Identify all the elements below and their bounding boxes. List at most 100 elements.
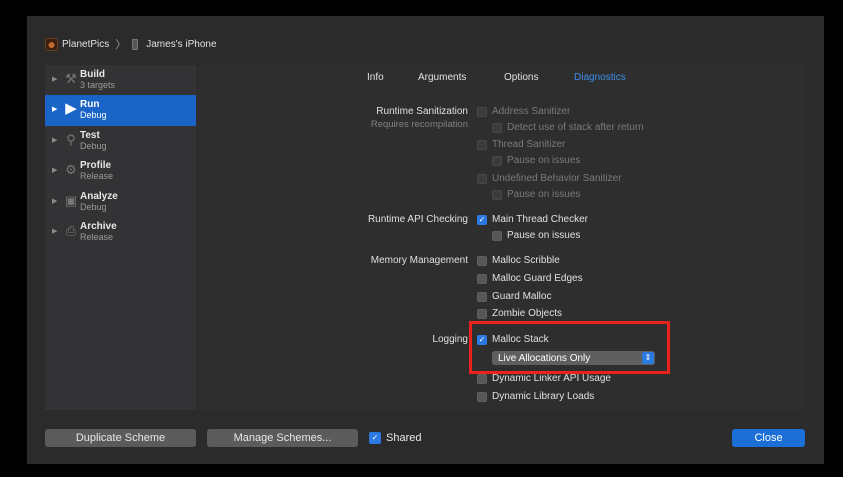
ub-pause-checkbox: Pause on issues: [492, 189, 580, 200]
disclosure-triangle-icon[interactable]: ▶: [52, 227, 57, 235]
malloc-scribble-checkbox[interactable]: Malloc Scribble: [477, 255, 560, 266]
runtime-api-checking-label: Runtime API Checking: [367, 214, 468, 225]
option-label: Malloc Stack: [492, 334, 549, 345]
zombie-objects-checkbox[interactable]: Zombie Objects: [477, 308, 562, 319]
sidebar-item-sublabel: Release: [80, 231, 114, 242]
malloc-stack-checkbox[interactable]: ✓ Malloc Stack: [477, 334, 549, 345]
diagnostics-panel: Info Arguments Options Diagnostics Runti…: [197, 65, 805, 410]
runtime-sanitization-label: Runtime Sanitization: [376, 106, 468, 117]
main-thread-pause-checkbox[interactable]: Pause on issues: [492, 230, 580, 241]
option-label: Detect use of stack after return: [507, 122, 644, 133]
checkbox-box: [477, 373, 487, 384]
breadcrumb-app[interactable]: PlanetPics: [62, 39, 109, 50]
guard-malloc-checkbox[interactable]: Guard Malloc: [477, 291, 551, 302]
sidebar-item-sublabel: Debug: [80, 201, 107, 212]
disclosure-triangle-icon[interactable]: ▶: [52, 136, 57, 144]
hammer-icon: ⚒: [65, 71, 77, 86]
sidebar-item-label: Profile: [80, 160, 112, 172]
main-thread-checker-checkbox[interactable]: ✓ Main Thread Checker: [477, 214, 588, 225]
sidebar-item-run[interactable]: ▶ ▶ Run Debug: [45, 95, 196, 126]
dynamic-linker-checkbox[interactable]: Dynamic Linker API Usage: [477, 373, 611, 384]
breadcrumb-device[interactable]: James's iPhone: [146, 39, 216, 50]
sidebar-item-label: Analyze: [80, 190, 118, 202]
checkbox-box: [477, 308, 487, 319]
duplicate-scheme-button[interactable]: Duplicate Scheme: [45, 429, 196, 447]
instruments-icon: ⚙: [65, 162, 77, 178]
checkbox-box: [477, 139, 487, 150]
sidebar-item-label: Build: [80, 69, 105, 80]
iphone-icon: [132, 38, 139, 50]
dynamic-library-checkbox[interactable]: Dynamic Library Loads: [477, 391, 594, 402]
address-sanitizer-checkbox: Address Sanitizer: [477, 106, 570, 117]
checkbox-box: [477, 173, 487, 184]
logging-label: Logging: [432, 334, 468, 345]
malloc-guard-edges-checkbox[interactable]: Malloc Guard Edges: [477, 273, 583, 284]
checkbox-box: [477, 106, 487, 117]
sidebar-item-analyze[interactable]: ▶ ▣ Analyze Debug: [45, 187, 196, 217]
malloc-stack-mode-popup[interactable]: Live Allocations Only ⇕: [492, 351, 655, 365]
ub-sanitizer-checkbox: Undefined Behavior Sanitizer: [477, 173, 622, 184]
disclosure-triangle-icon[interactable]: ▶: [52, 197, 57, 205]
sidebar-item-build[interactable]: ▶ ⚒ Build 3 targets: [45, 65, 196, 95]
breadcrumb: PlanetPics 〉 James's iPhone: [45, 37, 217, 51]
option-label: Undefined Behavior Sanitizer: [492, 173, 622, 184]
shared-label: Shared: [386, 432, 422, 444]
option-label: Malloc Guard Edges: [492, 273, 583, 284]
option-label: Main Thread Checker: [492, 214, 588, 225]
checkbox-box: [492, 155, 502, 166]
detect-stack-checkbox: Detect use of stack after return: [492, 122, 644, 133]
option-label: Thread Sanitizer: [492, 139, 566, 150]
sidebar-item-sublabel: 3 targets: [80, 80, 116, 90]
checkbox-box: [477, 391, 487, 402]
checkbox-box: [477, 291, 487, 302]
sidebar-item-sublabel: Debug: [80, 140, 107, 151]
option-label: Dynamic Linker API Usage: [492, 373, 611, 384]
checkmark-icon: ✓: [477, 334, 487, 345]
option-label: Address Sanitizer: [492, 106, 571, 117]
memory-management-label: Memory Management: [370, 255, 468, 266]
checkbox-box: [492, 230, 502, 241]
option-label: Pause on issues: [507, 230, 581, 241]
sidebar-item-label: Run: [80, 99, 100, 111]
checkmark-icon: ✓: [369, 432, 381, 444]
tab-options[interactable]: Options: [504, 72, 538, 83]
requires-recompilation-label: Requires recompilation: [370, 119, 468, 130]
wrench-icon: ⚲: [66, 131, 76, 147]
checkmark-icon: ✓: [477, 214, 487, 225]
checkbox-box: [492, 189, 502, 200]
checkbox-box: [477, 255, 487, 266]
thread-sanitizer-checkbox: Thread Sanitizer: [477, 139, 565, 150]
sidebar-item-archive[interactable]: ▶ ⎙ Archive Release: [45, 217, 196, 247]
shared-checkbox[interactable]: ✓ Shared: [369, 432, 421, 444]
option-label: Pause on issues: [507, 155, 581, 166]
checkbox-box: [477, 273, 487, 284]
disclosure-triangle-icon[interactable]: ▶: [52, 75, 57, 83]
checkbox-box: [492, 122, 502, 133]
option-label: Guard Malloc: [492, 291, 552, 302]
manage-schemes-button[interactable]: Manage Schemes...: [207, 429, 358, 447]
thread-pause-checkbox: Pause on issues: [492, 155, 580, 166]
option-label: Dynamic Library Loads: [492, 391, 595, 402]
breadcrumb-separator: 〉: [115, 39, 127, 51]
option-label: Zombie Objects: [492, 308, 563, 319]
close-button[interactable]: Close: [732, 429, 805, 447]
option-label: Pause on issues: [507, 189, 581, 200]
sidebar-item-sublabel: Debug: [80, 110, 107, 121]
popup-value: Live Allocations Only: [498, 352, 591, 364]
disclosure-triangle-icon[interactable]: ▶: [52, 105, 57, 113]
sidebar-item-label: Archive: [80, 220, 117, 232]
app-icon: [45, 37, 58, 51]
tab-arguments[interactable]: Arguments: [418, 72, 466, 83]
archive-icon: ⎙: [65, 222, 77, 238]
analyze-icon: ▣: [64, 192, 78, 208]
sidebar-item-sublabel: Release: [80, 171, 114, 182]
sidebar-item-profile[interactable]: ▶ ⚙ Profile Release: [45, 156, 196, 186]
option-label: Malloc Scribble: [492, 255, 560, 266]
disclosure-triangle-icon[interactable]: ▶: [52, 166, 57, 174]
play-icon: ▶: [65, 100, 77, 118]
tab-info[interactable]: Info: [367, 72, 384, 83]
tab-diagnostics[interactable]: Diagnostics: [574, 72, 626, 83]
up-down-chevron-icon: ⇕: [642, 352, 654, 364]
sidebar-item-test[interactable]: ▶ ⚲ Test Debug: [45, 126, 196, 156]
sidebar-item-label: Test: [80, 129, 100, 141]
